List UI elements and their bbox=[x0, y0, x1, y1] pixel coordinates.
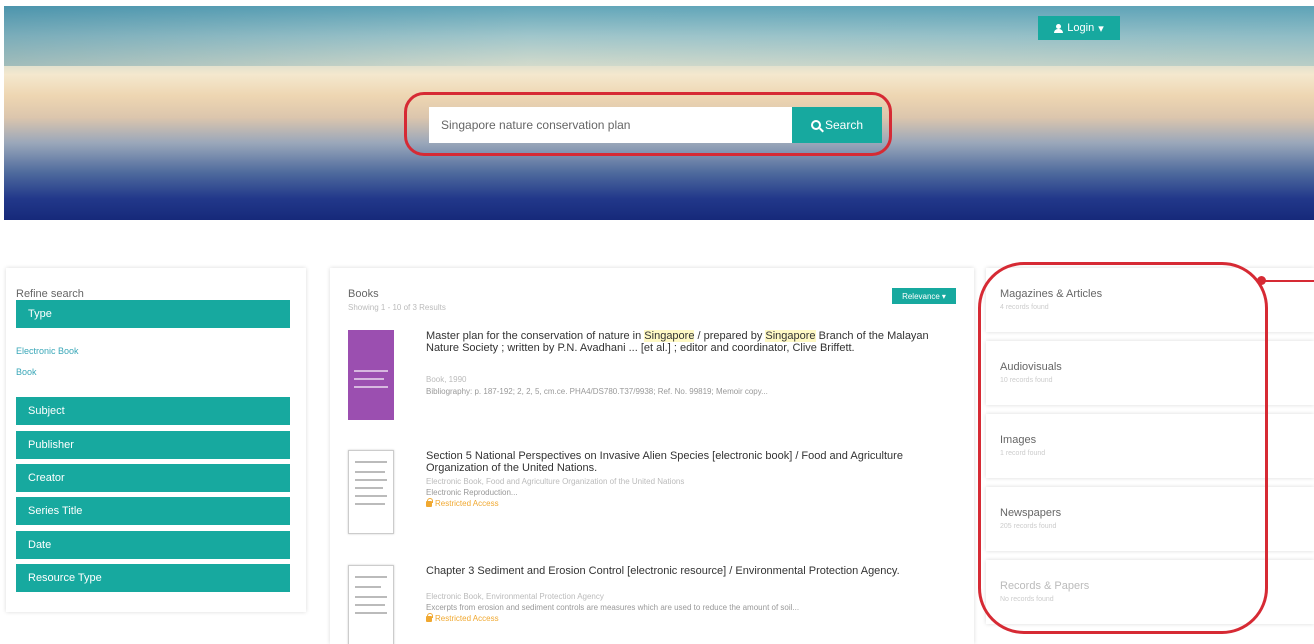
search-icon bbox=[810, 120, 821, 130]
availability-label: Restricted Access bbox=[426, 497, 499, 508]
result-description: Excerpts from erosion and sediment contr… bbox=[426, 603, 800, 612]
result-item[interactable]: Master plan for the conservation of natu… bbox=[348, 330, 958, 424]
facet-option-electronic-book[interactable]: Electronic Book bbox=[16, 346, 79, 356]
result-description: Electronic Reproduction... bbox=[426, 488, 518, 497]
result-meta: Book, 1990 bbox=[426, 375, 467, 384]
sort-dropdown[interactable]: Relevance ▾ bbox=[892, 288, 956, 304]
books-title: Books bbox=[348, 288, 379, 300]
availability-text: Restricted Access bbox=[435, 614, 499, 623]
facet-option-book[interactable]: Book bbox=[16, 367, 37, 377]
callout-pointer-line bbox=[1262, 280, 1314, 282]
search-input[interactable] bbox=[429, 107, 795, 143]
book-cover-thumbnail[interactable] bbox=[348, 330, 394, 420]
result-meta: Electronic Book, Food and Agriculture Or… bbox=[426, 477, 685, 486]
facet-publisher[interactable]: Publisher bbox=[16, 431, 290, 459]
refine-panel: Refine search Type Electronic Book Book … bbox=[6, 268, 306, 612]
categories-callout-oval bbox=[978, 262, 1268, 634]
result-item[interactable]: Section 5 National Perspectives on Invas… bbox=[348, 450, 958, 534]
facet-creator[interactable]: Creator bbox=[16, 464, 290, 492]
facet-subject[interactable]: Subject bbox=[16, 397, 290, 425]
availability-text: Restricted Access bbox=[435, 499, 499, 508]
login-label: Login bbox=[1067, 22, 1095, 34]
facet-series-title[interactable]: Series Title bbox=[16, 497, 290, 525]
availability-label: Restricted Access bbox=[426, 612, 499, 623]
login-button[interactable]: Login ▾ bbox=[1038, 16, 1120, 40]
facet-resource-type[interactable]: Resource Type bbox=[16, 564, 290, 592]
chevron-down-icon: ▾ bbox=[941, 291, 946, 301]
lock-icon bbox=[426, 497, 433, 507]
result-description: Bibliography: p. 187-192; 2, 2, 5, cm.ce… bbox=[426, 387, 768, 396]
document-thumbnail[interactable] bbox=[348, 565, 394, 644]
document-thumbnail[interactable] bbox=[348, 450, 394, 534]
refine-title: Refine search bbox=[16, 288, 84, 300]
search-button-label: Search bbox=[824, 118, 864, 132]
result-item[interactable]: Chapter 3 Sediment and Erosion Control [… bbox=[348, 565, 958, 644]
facet-date[interactable]: Date bbox=[16, 531, 290, 559]
search-callout: Search bbox=[404, 92, 892, 156]
result-title[interactable]: Master plan for the conservation of natu… bbox=[426, 330, 952, 354]
user-icon bbox=[1054, 23, 1064, 33]
books-subtitle: Showing 1 - 10 of 3 Results bbox=[348, 303, 446, 312]
result-meta: Electronic Book, Environmental Protectio… bbox=[426, 592, 604, 601]
result-title[interactable]: Chapter 3 Sediment and Erosion Control [… bbox=[426, 565, 952, 577]
search-button[interactable]: Search bbox=[792, 107, 882, 143]
result-title[interactable]: Section 5 National Perspectives on Invas… bbox=[426, 450, 952, 474]
page: Login ▾ Search Refine search Type Electr… bbox=[0, 0, 1314, 644]
facet-type[interactable]: Type bbox=[16, 300, 290, 328]
lock-icon bbox=[426, 612, 433, 622]
chevron-down-icon: ▾ bbox=[1098, 22, 1104, 35]
books-panel: Books Showing 1 - 10 of 3 Results Releva… bbox=[330, 268, 974, 644]
sort-label: Relevance bbox=[902, 291, 940, 301]
